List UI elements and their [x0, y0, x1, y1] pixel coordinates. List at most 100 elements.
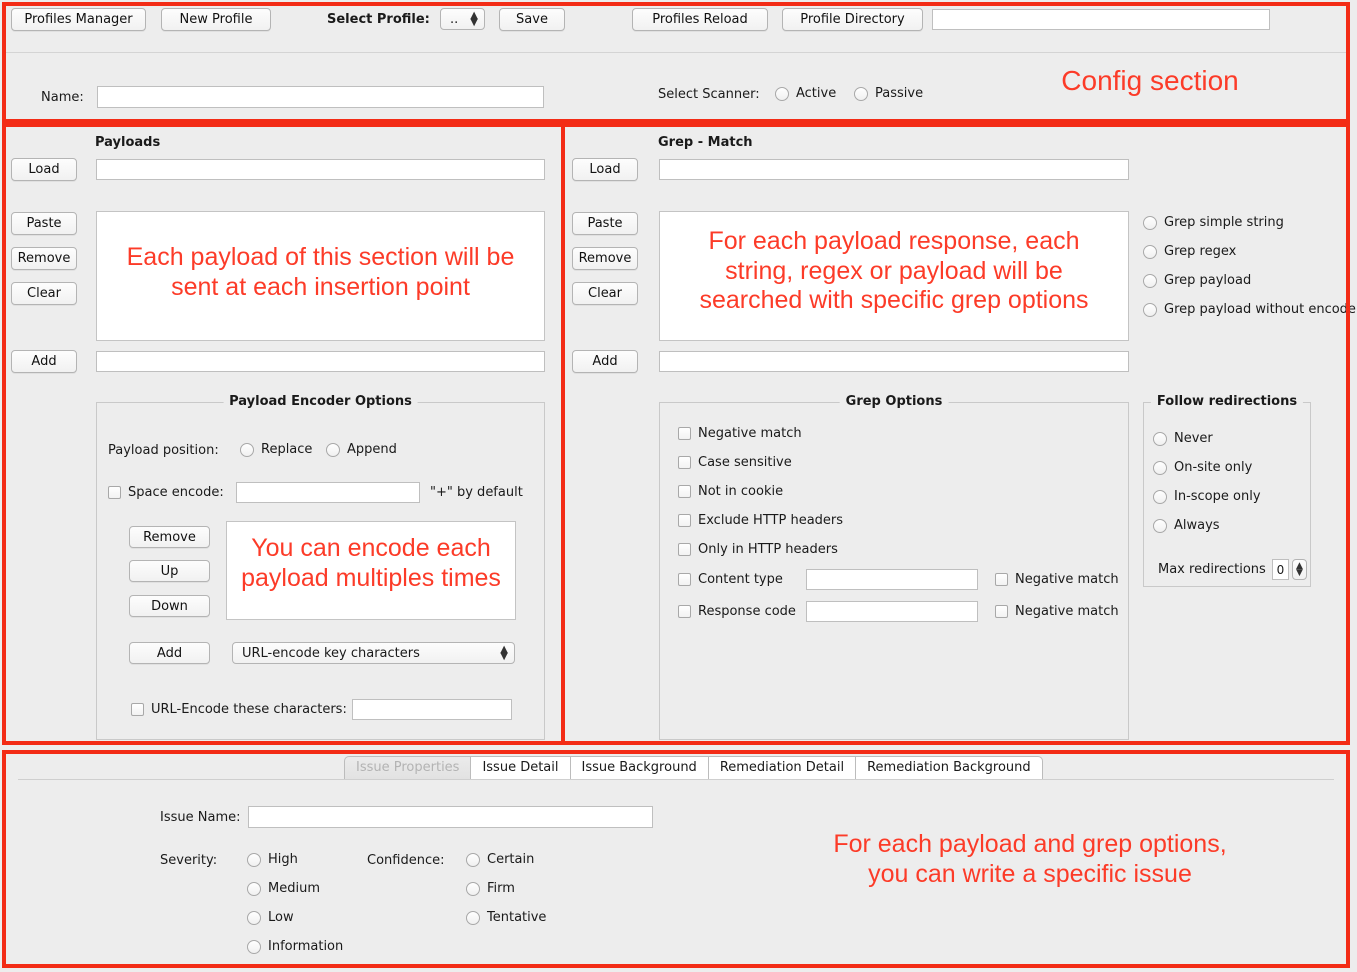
severity-option-information[interactable]: Information — [247, 939, 343, 954]
grep-mode-payload-without-encode[interactable]: Grep payload without encode — [1143, 302, 1356, 317]
save-profile-button[interactable]: Save — [499, 8, 565, 31]
radio-icon — [247, 939, 261, 954]
encoder-type-value: URL-encode key characters — [242, 645, 420, 661]
payloads-remove-button[interactable]: Remove — [11, 247, 77, 270]
payloads-load-input[interactable] — [96, 159, 545, 180]
grep-option-response-code[interactable]: Response code — [678, 604, 796, 619]
encoder-down-button[interactable]: Down — [129, 595, 210, 617]
payloads-clear-button[interactable]: Clear — [11, 282, 77, 305]
tab-issue-background[interactable]: Issue Background — [570, 756, 709, 779]
response-code-negative-match-checkbox[interactable]: Negative match — [995, 604, 1119, 619]
redirection-option-in-scope-only[interactable]: In-scope only — [1153, 489, 1261, 504]
grep-option-content-type[interactable]: Content type — [678, 572, 783, 587]
grep-mode-simple-string[interactable]: Grep simple string — [1143, 215, 1284, 230]
payload-position-option-label: Replace — [261, 442, 313, 457]
scanner-option-active[interactable]: Active — [775, 86, 836, 101]
space-encode-checkbox[interactable]: Space encode: — [108, 485, 224, 500]
grep-option-negative-match[interactable]: Negative match — [678, 426, 802, 441]
payloads-list[interactable] — [96, 211, 545, 341]
payloads-add-button[interactable]: Add — [11, 350, 77, 373]
content-type-negative-match-checkbox[interactable]: Negative match — [995, 572, 1119, 587]
grep-option-label: Negative match — [698, 426, 802, 441]
encoder-remove-button[interactable]: Remove — [129, 526, 210, 548]
radio-icon — [775, 86, 789, 101]
tab-issue-properties[interactable]: Issue Properties — [344, 756, 472, 779]
profiles-reload-button[interactable]: Profiles Reload — [632, 8, 768, 31]
grep-remove-button[interactable]: Remove — [572, 247, 638, 270]
stepper-arrows-icon[interactable]: ▲ ▼ — [1292, 559, 1307, 580]
payload-position-append[interactable]: Append — [326, 442, 397, 457]
redirection-option-never[interactable]: Never — [1153, 431, 1213, 446]
radio-icon — [247, 881, 261, 896]
tab-issue-detail[interactable]: Issue Detail — [471, 756, 571, 779]
scanner-option-passive[interactable]: Passive — [854, 86, 923, 101]
url-encode-chars-checkbox[interactable]: URL-Encode these characters: — [131, 702, 347, 717]
checkbox-icon — [678, 514, 691, 527]
grep-paste-button[interactable]: Paste — [572, 212, 638, 235]
profile-directory-button[interactable]: Profile Directory — [782, 8, 923, 31]
grep-option-only-in-http-headers[interactable]: Only in HTTP headers — [678, 542, 838, 557]
severity-option-low[interactable]: Low — [247, 910, 294, 925]
payloads-paste-button[interactable]: Paste — [11, 212, 77, 235]
max-redirections-label: Max redirections — [1158, 562, 1266, 577]
confidence-option-certain[interactable]: Certain — [466, 852, 534, 867]
confidence-label: Confidence: — [367, 853, 445, 868]
grep-option-exclude-http-headers[interactable]: Exclude HTTP headers — [678, 513, 843, 528]
payloads-add-input[interactable] — [96, 351, 545, 372]
checkbox-icon — [678, 605, 691, 618]
payload-position-option-label: Append — [347, 442, 397, 457]
url-encode-chars-input[interactable] — [352, 699, 512, 720]
content-type-input[interactable] — [806, 569, 978, 590]
redirection-option-always[interactable]: Always — [1153, 518, 1220, 533]
radio-icon — [854, 86, 868, 101]
max-redirections-value: 0 — [1272, 559, 1289, 580]
grep-option-not-in-cookie[interactable]: Not in cookie — [678, 484, 783, 499]
response-code-input[interactable] — [806, 601, 978, 622]
tab-remediation-detail[interactable]: Remediation Detail — [708, 756, 857, 779]
space-encode-hint: "+" by default — [430, 485, 523, 500]
grep-clear-button[interactable]: Clear — [572, 282, 638, 305]
payloads-load-button[interactable]: Load — [11, 158, 77, 181]
tab-remediation-background[interactable]: Remediation Background — [856, 756, 1043, 779]
grep-add-button[interactable]: Add — [572, 350, 638, 373]
select-profile-label: Select Profile: — [327, 12, 430, 27]
profile-directory-input[interactable] — [932, 9, 1270, 30]
grep-list[interactable] — [659, 211, 1129, 341]
radio-icon — [1143, 215, 1157, 230]
url-encode-chars-label: URL-Encode these characters: — [151, 702, 347, 717]
severity-option-high[interactable]: High — [247, 852, 298, 867]
severity-option-medium[interactable]: Medium — [247, 881, 320, 896]
grep-load-button[interactable]: Load — [572, 158, 638, 181]
grep-option-label: Exclude HTTP headers — [698, 513, 844, 528]
new-profile-button[interactable]: New Profile — [161, 8, 271, 31]
grep-load-input[interactable] — [659, 159, 1129, 180]
encoder-type-dropdown[interactable]: URL-encode key characters ▲ ▼ — [232, 642, 515, 664]
confidence-option-firm[interactable]: Firm — [466, 881, 515, 896]
issue-name-input[interactable] — [248, 806, 653, 828]
encoder-list[interactable] — [226, 521, 516, 620]
payload-encoder-options-title: Payload Encoder Options — [223, 394, 418, 409]
select-profile-dropdown[interactable]: .. ▲ ▼ — [440, 8, 485, 30]
issue-name-label: Issue Name: — [160, 810, 241, 825]
grep-mode-payload[interactable]: Grep payload — [1143, 273, 1251, 288]
grep-mode-regex[interactable]: Grep regex — [1143, 244, 1236, 259]
radio-icon — [240, 442, 254, 457]
redirection-option-label: On-site only — [1174, 460, 1253, 475]
redirection-option-on-site-only[interactable]: On-site only — [1153, 460, 1252, 475]
profiles-manager-button[interactable]: Profiles Manager — [11, 8, 146, 31]
redirection-option-label: Never — [1174, 431, 1213, 446]
encoder-add-button[interactable]: Add — [129, 642, 210, 664]
grep-option-case-sensitive[interactable]: Case sensitive — [678, 455, 792, 470]
grep-match-title: Grep - Match — [658, 135, 753, 150]
grep-option-label: Case sensitive — [698, 455, 792, 470]
grep-add-input[interactable] — [659, 351, 1129, 372]
encoder-up-button[interactable]: Up — [129, 560, 210, 582]
checkbox-icon — [678, 543, 691, 556]
payload-position-replace[interactable]: Replace — [240, 442, 312, 457]
name-input[interactable] — [97, 86, 544, 108]
space-encode-input[interactable] — [236, 482, 420, 503]
payload-position-label: Payload position: — [108, 443, 219, 458]
checkbox-icon — [108, 486, 121, 499]
confidence-option-tentative[interactable]: Tentative — [466, 910, 546, 925]
max-redirections-stepper[interactable]: 0 ▲ ▼ — [1272, 559, 1307, 580]
